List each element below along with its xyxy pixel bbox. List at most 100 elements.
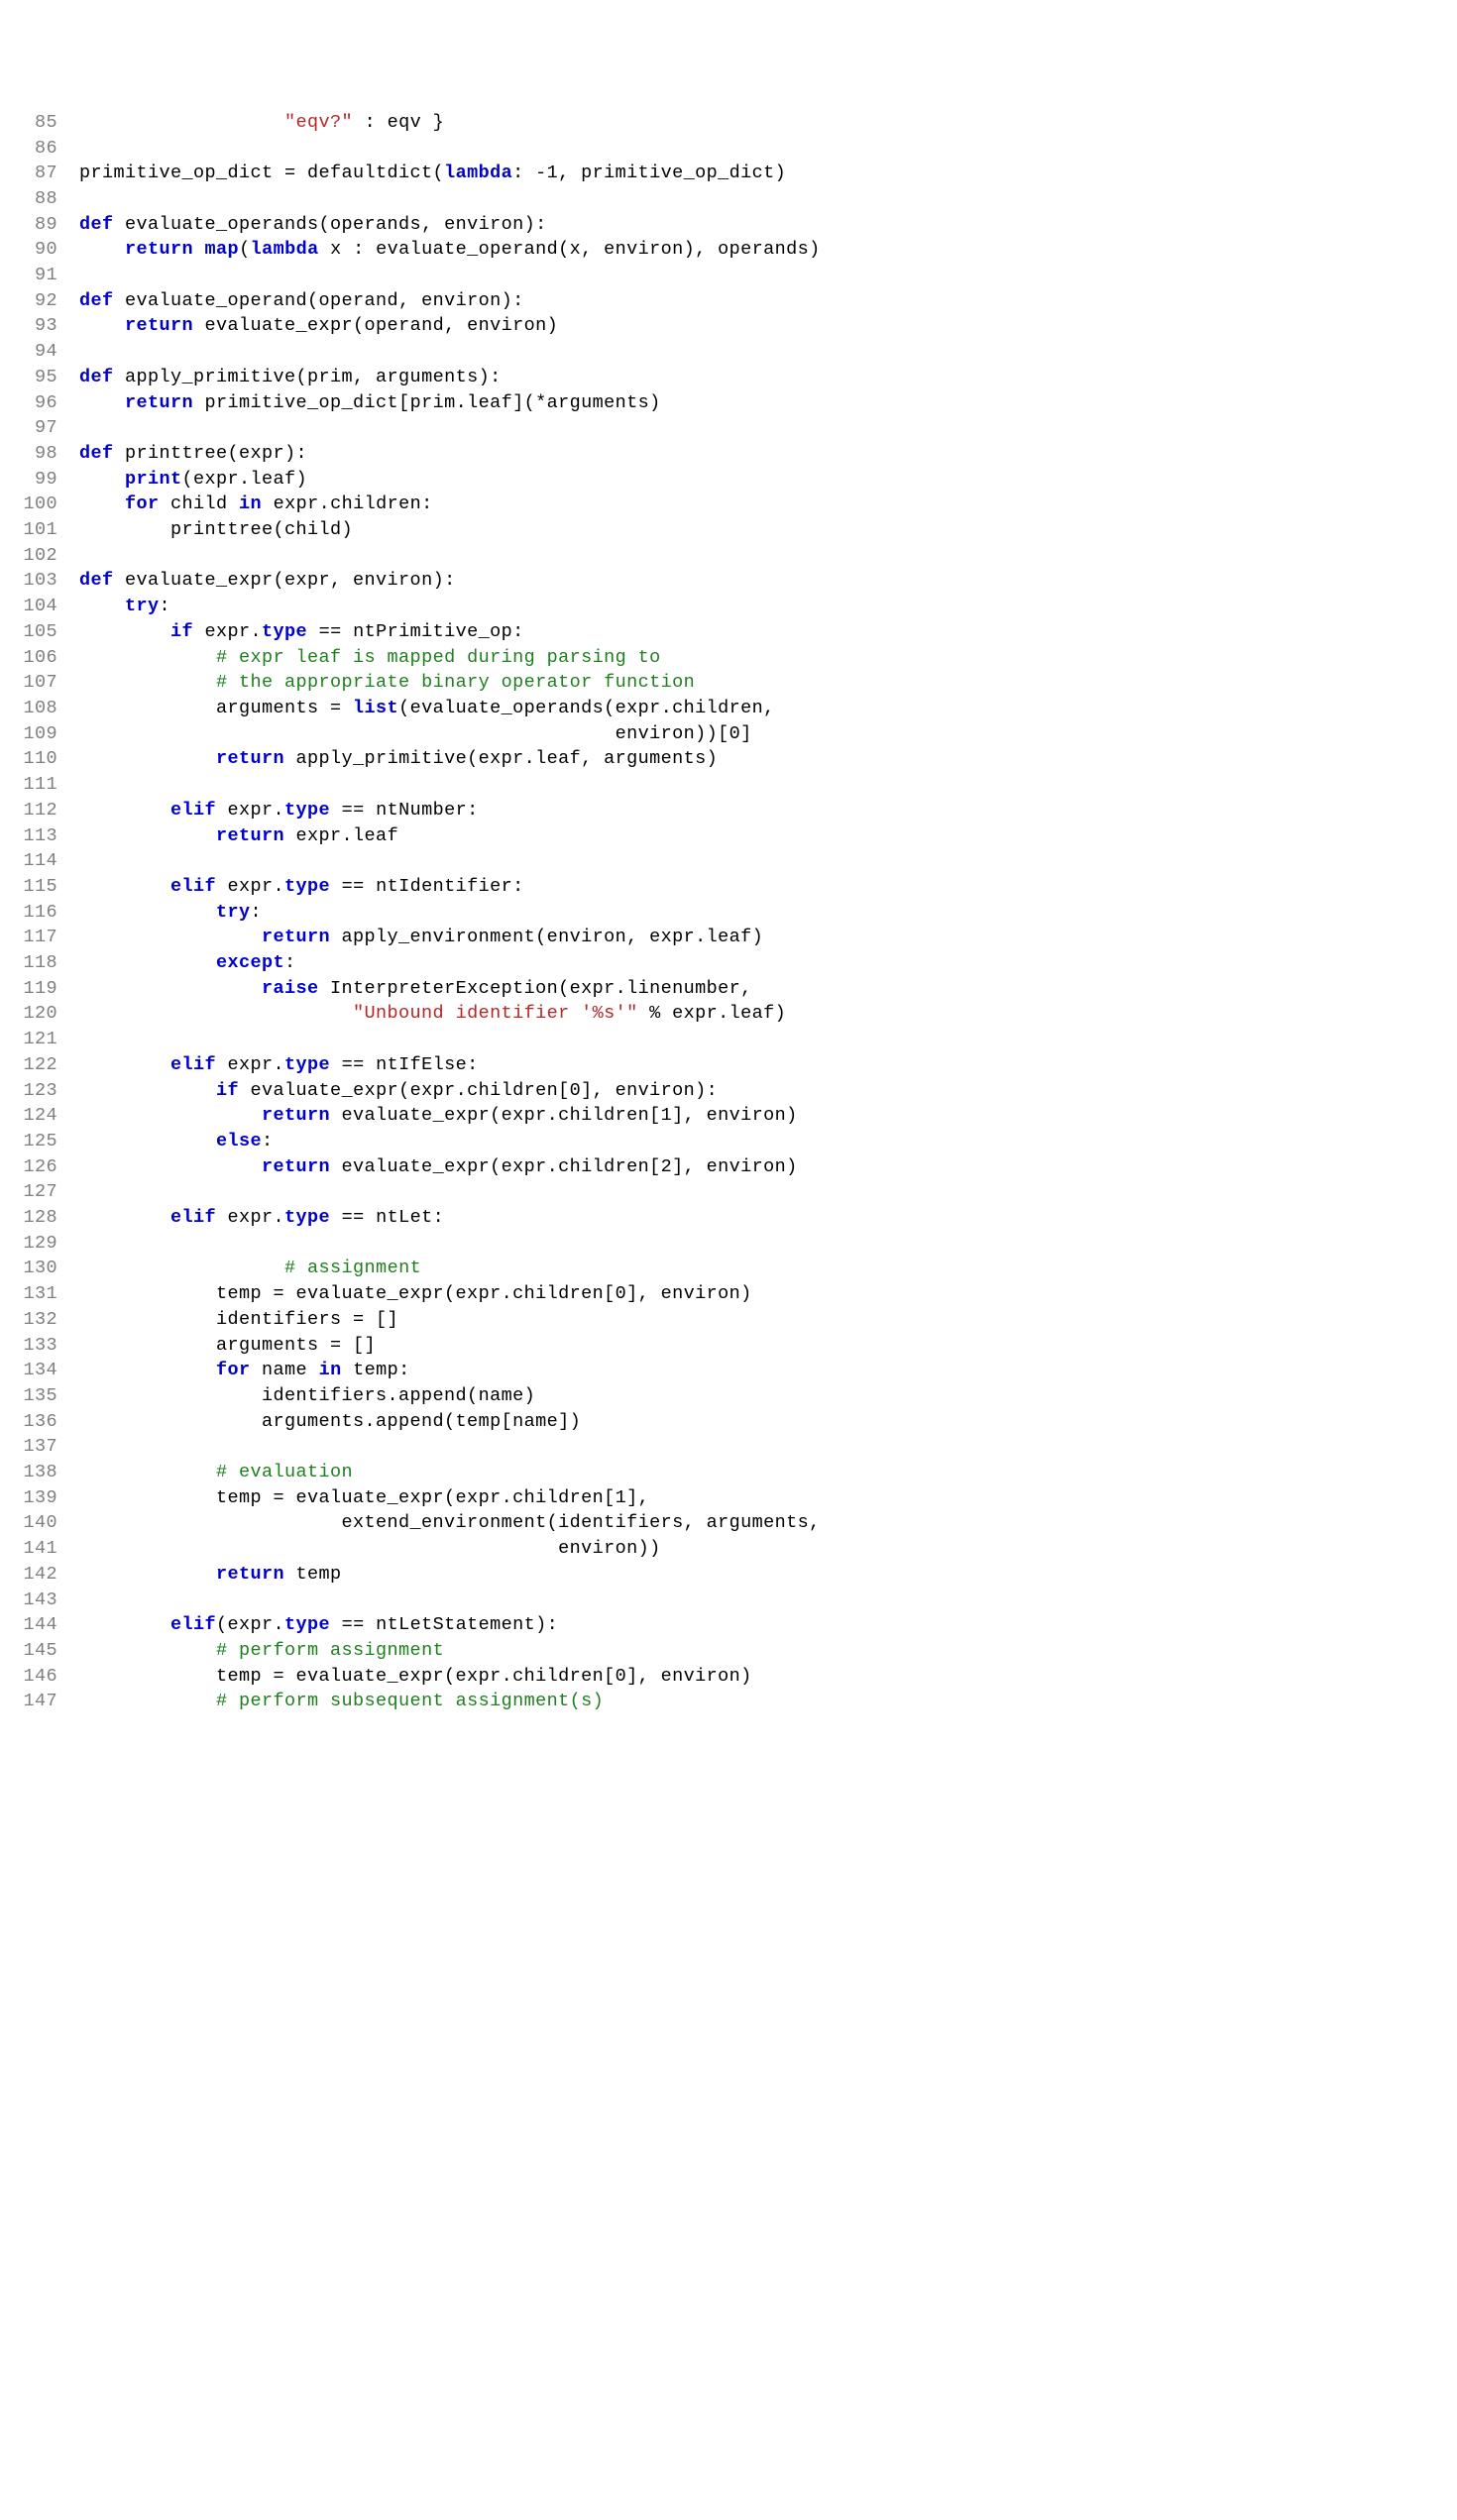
code-content: return temp	[79, 1562, 1457, 1588]
line-number: 136	[0, 1409, 79, 1435]
line-number: 98	[0, 441, 79, 467]
line-number: 115	[0, 874, 79, 900]
line-number: 107	[0, 670, 79, 696]
code-line: 132 identifiers = []	[0, 1307, 1457, 1333]
line-number: 138	[0, 1460, 79, 1485]
code-content: def printtree(expr):	[79, 441, 1457, 467]
code-content: # evaluation	[79, 1460, 1457, 1485]
code-line: 87primitive_op_dict = defaultdict(lambda…	[0, 161, 1457, 186]
code-listing: 85 "eqv?" : eqv }8687primitive_op_dict =…	[0, 102, 1457, 1714]
code-content: "eqv?" : eqv }	[79, 110, 1457, 136]
code-line: 91	[0, 263, 1457, 288]
line-number: 122	[0, 1052, 79, 1078]
line-number: 126	[0, 1154, 79, 1180]
line-number: 141	[0, 1536, 79, 1562]
code-content	[79, 543, 1457, 569]
code-content: def apply_primitive(prim, arguments):	[79, 365, 1457, 390]
code-content	[79, 415, 1457, 441]
line-number: 103	[0, 568, 79, 594]
code-line: 100 for child in expr.children:	[0, 492, 1457, 517]
code-line: 142 return temp	[0, 1562, 1457, 1588]
line-number: 101	[0, 517, 79, 543]
line-number: 99	[0, 467, 79, 493]
code-content: temp = evaluate_expr(expr.children[0], e…	[79, 1664, 1457, 1690]
code-line: 129	[0, 1231, 1457, 1257]
code-content: def evaluate_operands(operands, environ)…	[79, 212, 1457, 238]
line-number: 142	[0, 1562, 79, 1588]
code-content: raise InterpreterException(expr.linenumb…	[79, 976, 1457, 1002]
code-line: 145 # perform assignment	[0, 1638, 1457, 1664]
line-number: 128	[0, 1205, 79, 1231]
line-number: 114	[0, 848, 79, 874]
code-content: arguments.append(temp[name])	[79, 1409, 1457, 1435]
code-content: # expr leaf is mapped during parsing to	[79, 645, 1457, 671]
code-line: 88	[0, 186, 1457, 212]
code-line: 94	[0, 339, 1457, 365]
line-number: 143	[0, 1588, 79, 1613]
line-number: 111	[0, 772, 79, 798]
code-content: environ))	[79, 1536, 1457, 1562]
line-number: 117	[0, 925, 79, 950]
code-line: 108 arguments = list(evaluate_operands(e…	[0, 696, 1457, 721]
line-number: 86	[0, 136, 79, 162]
line-number: 95	[0, 365, 79, 390]
code-content: return apply_primitive(expr.leaf, argume…	[79, 746, 1457, 772]
line-number: 92	[0, 288, 79, 314]
line-number: 104	[0, 594, 79, 619]
line-number: 85	[0, 110, 79, 136]
code-line: 119 raise InterpreterException(expr.line…	[0, 976, 1457, 1002]
code-content	[79, 339, 1457, 365]
code-content: return expr.leaf	[79, 823, 1457, 849]
code-content: print(expr.leaf)	[79, 467, 1457, 493]
code-line: 109 environ))[0]	[0, 721, 1457, 747]
line-number: 93	[0, 313, 79, 339]
line-number: 102	[0, 543, 79, 569]
code-line: 144 elif(expr.type == ntLetStatement):	[0, 1612, 1457, 1638]
code-content: if expr.type == ntPrimitive_op:	[79, 619, 1457, 645]
code-line: 92def evaluate_operand(operand, environ)…	[0, 288, 1457, 314]
code-content: # perform assignment	[79, 1638, 1457, 1664]
code-content: for child in expr.children:	[79, 492, 1457, 517]
line-number: 140	[0, 1510, 79, 1536]
line-number: 129	[0, 1231, 79, 1257]
line-number: 139	[0, 1485, 79, 1511]
line-number: 100	[0, 492, 79, 517]
code-line: 95def apply_primitive(prim, arguments):	[0, 365, 1457, 390]
code-content: except:	[79, 950, 1457, 976]
code-line: 101 printtree(child)	[0, 517, 1457, 543]
code-line: 141 environ))	[0, 1536, 1457, 1562]
code-content: arguments = list(evaluate_operands(expr.…	[79, 696, 1457, 721]
line-number: 147	[0, 1689, 79, 1714]
line-number: 135	[0, 1383, 79, 1409]
line-number: 113	[0, 823, 79, 849]
line-number: 110	[0, 746, 79, 772]
code-line: 124 return evaluate_expr(expr.children[1…	[0, 1103, 1457, 1129]
code-content: try:	[79, 900, 1457, 926]
code-line: 123 if evaluate_expr(expr.children[0], e…	[0, 1078, 1457, 1104]
code-line: 120 "Unbound identifier '%s'" % expr.lea…	[0, 1001, 1457, 1027]
line-number: 120	[0, 1001, 79, 1027]
code-content: else:	[79, 1129, 1457, 1154]
line-number: 108	[0, 696, 79, 721]
code-line: 116 try:	[0, 900, 1457, 926]
code-line: 135 identifiers.append(name)	[0, 1383, 1457, 1409]
code-content: return map(lambda x : evaluate_operand(x…	[79, 237, 1457, 263]
code-content	[79, 1179, 1457, 1205]
line-number: 105	[0, 619, 79, 645]
code-line: 105 if expr.type == ntPrimitive_op:	[0, 619, 1457, 645]
code-line: 110 return apply_primitive(expr.leaf, ar…	[0, 746, 1457, 772]
line-number: 123	[0, 1078, 79, 1104]
code-content: # assignment	[79, 1256, 1457, 1281]
code-line: 93 return evaluate_expr(operand, environ…	[0, 313, 1457, 339]
code-content	[79, 772, 1457, 798]
line-number: 132	[0, 1307, 79, 1333]
line-number: 94	[0, 339, 79, 365]
line-number: 121	[0, 1027, 79, 1052]
code-content: temp = evaluate_expr(expr.children[0], e…	[79, 1281, 1457, 1307]
code-content: elif expr.type == ntIdentifier:	[79, 874, 1457, 900]
code-line: 140 extend_environment(identifiers, argu…	[0, 1510, 1457, 1536]
code-line: 138 # evaluation	[0, 1460, 1457, 1485]
line-number: 97	[0, 415, 79, 441]
code-content: temp = evaluate_expr(expr.children[1],	[79, 1485, 1457, 1511]
code-content: identifiers.append(name)	[79, 1383, 1457, 1409]
